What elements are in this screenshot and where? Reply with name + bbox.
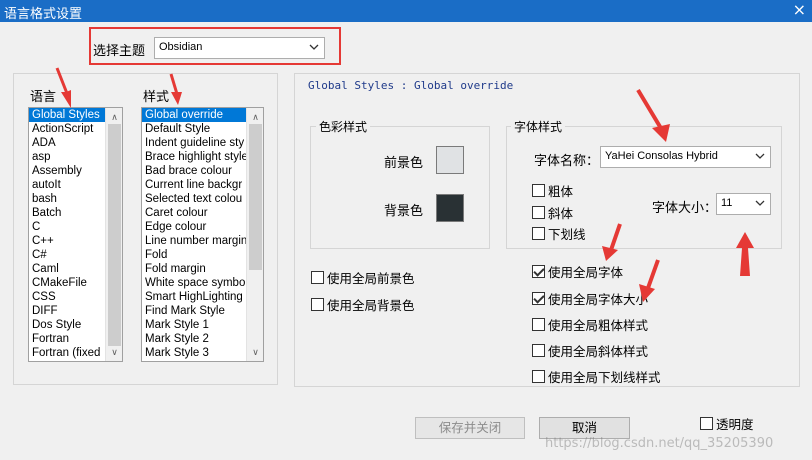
italic-checkbox-row[interactable]: 斜体 [532, 203, 573, 222]
style-list-scrollbar[interactable]: ∧ ∨ [246, 108, 263, 361]
chevron-down-icon [309, 44, 319, 50]
save-close-button[interactable]: 保存并关闭 [415, 417, 525, 439]
fg-color-swatch[interactable] [436, 146, 464, 174]
bold-label: 粗体 [548, 184, 574, 199]
scroll-thumb[interactable] [108, 124, 121, 346]
annotation-arrow-icon [636, 88, 670, 142]
font-name-label: 字体名称： [534, 154, 600, 169]
transparency-row[interactable]: 透明度 [700, 414, 754, 433]
use-global-bg-label: 使用全局背景色 [327, 298, 415, 313]
use-global-italic-label: 使用全局斜体样式 [548, 344, 649, 359]
style-list-item[interactable]: Selected text colou [142, 192, 263, 206]
scroll-down-icon[interactable]: ∨ [247, 345, 263, 359]
scroll-down-icon[interactable]: ∨ [106, 345, 122, 359]
color-style-group [310, 126, 490, 249]
window-title: 语言格式设置 [4, 7, 83, 22]
underline-label: 下划线 [548, 227, 586, 242]
font-size-label: 字体大小： [652, 201, 718, 216]
transparency-label: 透明度 [716, 417, 754, 432]
fg-color-label: 前景色 [384, 156, 424, 171]
style-list-item[interactable]: Fold [142, 248, 263, 262]
style-list-item[interactable]: Caret colour [142, 206, 263, 220]
italic-checkbox[interactable] [532, 206, 545, 219]
style-list-item[interactable]: Global override [142, 108, 263, 122]
close-icon[interactable]: × [793, 0, 806, 19]
watermark: https://blog.csdn.net/qq_35205390 [545, 436, 774, 451]
scroll-thumb[interactable] [249, 124, 262, 270]
color-style-title: 色彩样式 [316, 118, 371, 135]
underline-checkbox-row[interactable]: 下划线 [532, 224, 586, 243]
chevron-down-icon [755, 200, 765, 206]
style-path-header: Global Styles : Global override [308, 79, 514, 92]
style-list-item[interactable]: Smart HighLighting [142, 290, 263, 304]
use-global-fg-checkbox[interactable] [311, 271, 324, 284]
font-size-value: 11 [721, 197, 733, 209]
bg-color-swatch[interactable] [436, 194, 464, 222]
use-global-italic-checkbox[interactable] [532, 344, 545, 357]
style-list-item[interactable]: Edge colour [142, 220, 263, 234]
use-global-bold-checkbox[interactable] [532, 318, 545, 331]
underline-checkbox[interactable] [532, 227, 545, 240]
style-list-item[interactable]: Mark Style 2 [142, 332, 263, 346]
scroll-up-icon[interactable]: ∧ [106, 110, 122, 124]
transparency-checkbox[interactable] [700, 417, 713, 430]
chevron-down-icon [755, 153, 765, 159]
use-global-font-checkbox[interactable] [532, 265, 545, 278]
use-global-underline-checkbox[interactable] [532, 370, 545, 383]
use-global-bg-checkbox[interactable] [311, 298, 324, 311]
use-global-italic-row[interactable]: 使用全局斜体样式 [532, 341, 648, 360]
scroll-up-icon[interactable]: ∧ [247, 110, 263, 124]
font-style-title: 字体样式 [511, 118, 566, 135]
use-global-font-label: 使用全局字体 [548, 265, 624, 280]
language-list-scrollbar[interactable]: ∧ ∨ [105, 108, 122, 361]
annotation-arrow-icon [736, 232, 754, 276]
font-name-value: YaHei Consolas Hybrid [605, 150, 718, 162]
annotation-arrow-icon [169, 73, 182, 105]
language-list[interactable]: Global Styles ActionScript ADA asp Assembly a… [28, 107, 123, 362]
style-list-item[interactable]: Line number margin [142, 234, 263, 248]
title-bar: 语言格式设置 × [0, 0, 812, 22]
style-list-item[interactable]: White space symbo [142, 276, 263, 290]
style-list-label: 样式 [143, 90, 170, 105]
theme-label: 选择主题 [93, 44, 146, 59]
style-list-item[interactable]: Mark Style 1 [142, 318, 263, 332]
style-list-item[interactable]: Current line backgr [142, 178, 263, 192]
style-list-item[interactable]: Indent guideline sty [142, 136, 263, 150]
bg-color-label: 背景色 [384, 204, 424, 219]
annotation-arrow-icon [55, 67, 71, 108]
style-list-item[interactable]: Find Mark Style [142, 304, 263, 318]
bold-checkbox[interactable] [532, 184, 545, 197]
style-list-item[interactable]: Default Style [142, 122, 263, 136]
theme-select-value: Obsidian [159, 41, 203, 53]
use-global-font-size-row[interactable]: 使用全局字体大小 [532, 289, 648, 308]
use-global-fg-label: 使用全局前景色 [327, 271, 415, 286]
use-global-font-row[interactable]: 使用全局字体 [532, 262, 623, 281]
italic-label: 斜体 [548, 206, 574, 221]
style-list-item[interactable]: Mark Style 3 [142, 346, 263, 360]
theme-select[interactable]: Obsidian [154, 37, 325, 59]
use-global-bold-label: 使用全局粗体样式 [548, 318, 649, 333]
style-list-item[interactable]: Fold margin [142, 262, 263, 276]
style-list-item[interactable]: Bad brace colour [142, 164, 263, 178]
use-global-font-size-checkbox[interactable] [532, 292, 545, 305]
style-list[interactable]: Global override Default Style Indent guide… [141, 107, 264, 362]
use-global-underline-label: 使用全局下划线样式 [548, 370, 661, 385]
use-global-underline-row[interactable]: 使用全局下划线样式 [532, 367, 661, 386]
use-global-fg-row[interactable]: 使用全局前景色 [311, 268, 415, 287]
use-global-bold-row[interactable]: 使用全局粗体样式 [532, 315, 648, 334]
bold-checkbox-row[interactable]: 粗体 [532, 181, 573, 200]
font-size-select[interactable]: 11 [716, 193, 771, 215]
use-global-bg-row[interactable]: 使用全局背景色 [311, 295, 415, 314]
font-name-select[interactable]: YaHei Consolas Hybrid [600, 146, 771, 168]
use-global-font-size-label: 使用全局字体大小 [548, 292, 649, 307]
language-list-label: 语言 [30, 90, 57, 105]
style-list-item[interactable]: Brace highlight style [142, 150, 263, 164]
annotation-arrow-icon [639, 259, 660, 302]
annotation-arrow-icon [602, 223, 622, 261]
